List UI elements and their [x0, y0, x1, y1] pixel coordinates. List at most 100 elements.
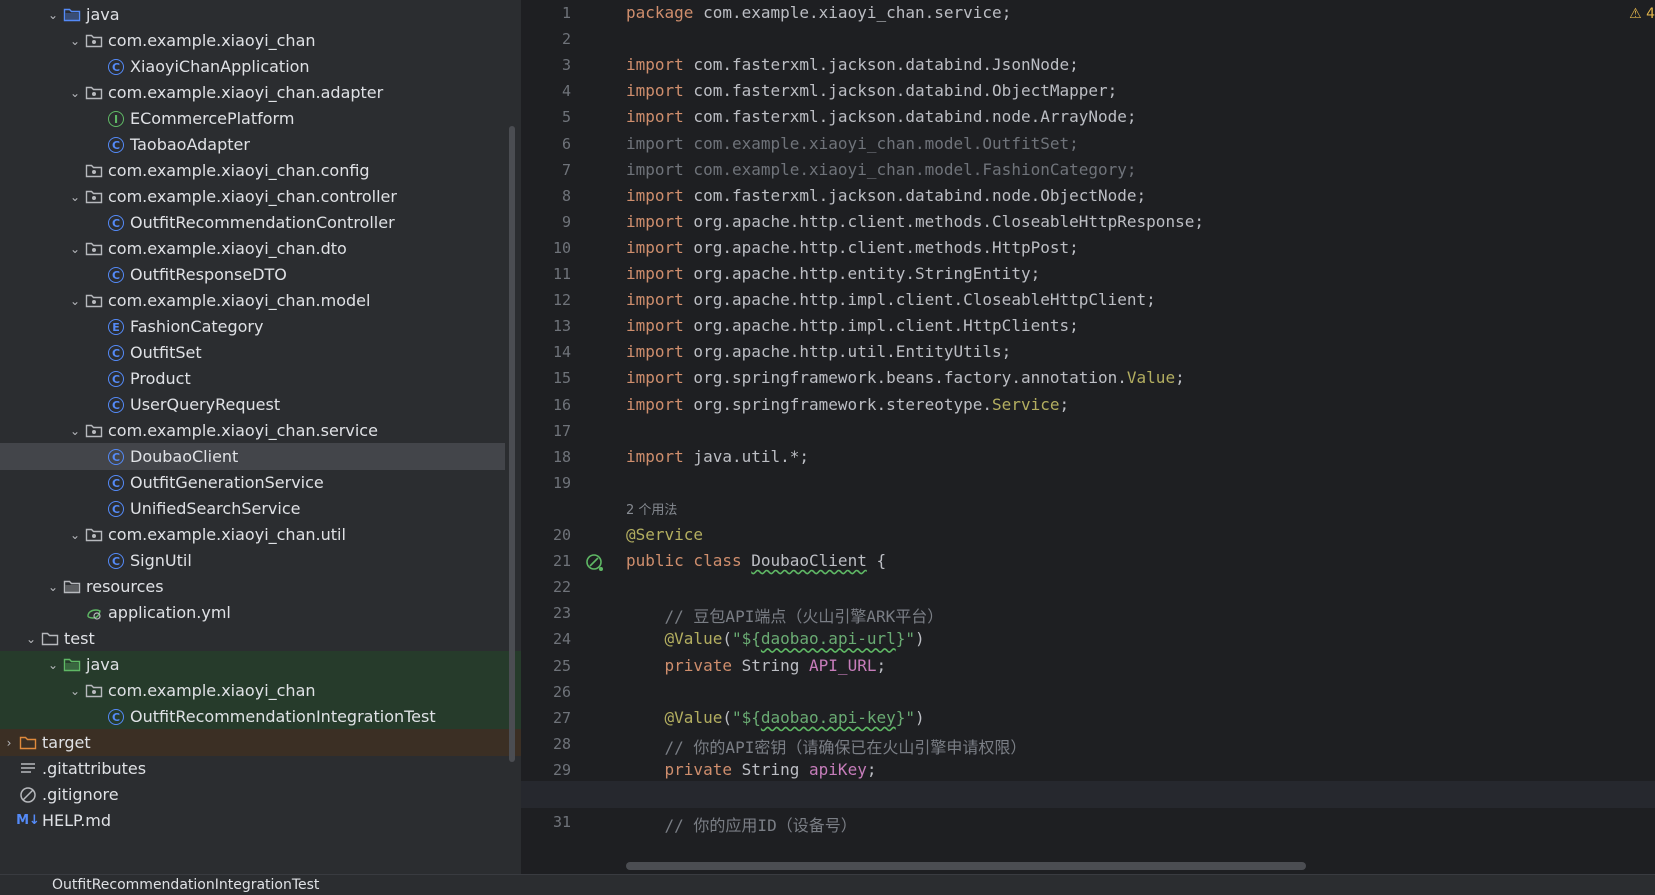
chevron-down-icon[interactable]: ⌄: [44, 8, 62, 22]
tree-item[interactable]: M↓ HELP.md: [0, 807, 505, 834]
code-line[interactable]: import com.example.xiaoyi_chan.model.Fas…: [626, 160, 1137, 179]
spring-bean-gutter-icon[interactable]: [585, 553, 605, 577]
code-token: DoubaoClient: [751, 551, 867, 571]
code-line[interactable]: @Value("${daobao.api-key}"): [626, 708, 925, 727]
tree-item[interactable]: C OutfitGenerationService: [0, 469, 505, 496]
code-line[interactable]: @Value("${daobao.api-url}"): [626, 629, 925, 648]
code-line[interactable]: import org.apache.http.impl.client.HttpC…: [626, 316, 1079, 335]
chevron-down-icon[interactable]: ⌄: [66, 528, 84, 542]
code-line[interactable]: import org.springframework.beans.factory…: [626, 368, 1185, 387]
code-token: import: [626, 368, 684, 388]
tree-item[interactable]: C OutfitRecommendationController: [0, 209, 505, 236]
code-line[interactable]: // 你的应用ID（设备号）: [626, 812, 857, 836]
code-line[interactable]: import com.fasterxml.jackson.databind.no…: [626, 107, 1137, 126]
code-line[interactable]: import org.apache.http.client.methods.Cl…: [626, 212, 1204, 231]
tree-item[interactable]: ⌄ com.example.xiaoyi_chan.model: [0, 287, 505, 314]
class-badge: C: [108, 708, 124, 725]
tree-item[interactable]: ⌄ com.example.xiaoyi_chan.adapter: [0, 79, 505, 106]
tree-item[interactable]: com.example.xiaoyi_chan.config: [0, 157, 505, 184]
code-line[interactable]: private String apiKey;: [626, 760, 877, 779]
chevron-down-icon[interactable]: ⌄: [22, 632, 40, 646]
editor-horizontal-scrollbar[interactable]: [626, 862, 1306, 870]
usage-hint[interactable]: 2 个用法: [626, 503, 677, 518]
tree-item[interactable]: ⌄ com.example.xiaoyi_chan.controller: [0, 183, 505, 210]
tree-item[interactable]: C UserQueryRequest: [0, 391, 505, 418]
line-number: 6: [561, 134, 571, 153]
code-token: }": [895, 707, 915, 727]
code-token: org.apache.http.impl.client.HttpClients;: [683, 316, 1079, 336]
tree-item[interactable]: application.yml: [0, 599, 505, 626]
tree-item[interactable]: ⌄ com.example.xiaoyi_chan.dto: [0, 235, 505, 262]
chevron-down-icon[interactable]: ⌄: [66, 684, 84, 698]
package-icon: [84, 239, 104, 259]
chevron-down-icon[interactable]: ⌄: [66, 86, 84, 100]
tree-item[interactable]: ⌄ com.example.xiaoyi_chan: [0, 677, 521, 704]
project-tree-scrollbar[interactable]: [509, 126, 515, 762]
line-number: 2: [561, 30, 571, 49]
code-line[interactable]: import com.fasterxml.jackson.databind.Js…: [626, 55, 1079, 74]
code-line[interactable]: import org.springframework.stereotype.Se…: [626, 395, 1069, 414]
code-editor[interactable]: ⚠ 4 1 2 3 4 5 6 7 8 9 10 11 12 13 14 15 16 17 18 19 20 21 22 2…: [521, 0, 1655, 874]
tree-item[interactable]: .gitattributes: [0, 755, 505, 782]
tree-item[interactable]: C DoubaoClient: [0, 443, 505, 470]
tree-item[interactable]: ⌄ resources: [0, 573, 505, 600]
tree-item[interactable]: C XiaoyiChanApplication: [0, 53, 505, 80]
warning-indicator[interactable]: ⚠ 4: [1629, 6, 1655, 22]
line-number: 24: [552, 630, 571, 649]
tree-item[interactable]: ⌄ java: [0, 651, 521, 678]
code-line[interactable]: private String API_URL;: [626, 655, 887, 675]
code-token: @Service: [626, 525, 704, 544]
code-line[interactable]: // 你的API密钥（请确保已在火山引擎申请权限）: [626, 734, 1027, 758]
tree-item[interactable]: ⌄ test: [0, 625, 505, 652]
tree-item[interactable]: C Product: [0, 365, 505, 392]
tree-item[interactable]: C OutfitSet: [0, 339, 505, 366]
chevron-down-icon[interactable]: ⌄: [66, 190, 84, 204]
chevron-right-icon[interactable]: ›: [0, 736, 18, 750]
chevron-down-icon[interactable]: ⌄: [66, 424, 84, 438]
tree-item[interactable]: ⌄ com.example.xiaoyi_chan.util: [0, 521, 505, 548]
tree-item[interactable]: C UnifiedSearchService: [0, 495, 505, 522]
code-line[interactable]: import com.example.xiaoyi_chan.model.Out…: [626, 134, 1079, 153]
tree-item[interactable]: C TaobaoAdapter: [0, 131, 505, 158]
tree-item[interactable]: C OutfitRecommendationIntegrationTest: [0, 703, 521, 730]
tree-item[interactable]: ⌄ com.example.xiaoyi_chan.service: [0, 417, 505, 444]
line-number: 23: [552, 604, 571, 623]
tree-item[interactable]: .gitignore: [0, 781, 505, 808]
folder-icon: [40, 629, 60, 649]
code-token: API_URL: [809, 655, 877, 675]
tree-item[interactable]: E FashionCategory: [0, 313, 505, 340]
class-icon: C: [106, 499, 126, 519]
code-line[interactable]: import java.util.*;: [626, 447, 809, 466]
code-line[interactable]: import org.apache.http.util.EntityUtils;: [626, 342, 1011, 361]
code-token: ;: [1059, 394, 1070, 414]
tree-item[interactable]: C OutfitResponseDTO: [0, 261, 505, 288]
tree-item[interactable]: I ECommercePlatform: [0, 105, 505, 132]
tree-item-label: OutfitRecommendationIntegrationTest: [130, 707, 436, 726]
tree-item[interactable]: ⌄ java: [0, 1, 505, 28]
code-line[interactable]: 2 个用法: [626, 499, 677, 518]
code-token: // 你的应用ID（设备号）: [626, 816, 857, 836]
code-token: daobao.api-url: [760, 629, 896, 649]
code-line[interactable]: public class DoubaoClient {: [626, 551, 886, 570]
chevron-down-icon[interactable]: ⌄: [66, 34, 84, 48]
line-number: 25: [552, 656, 571, 675]
code-line[interactable]: @Service: [626, 525, 703, 544]
tree-item[interactable]: › target: [0, 729, 521, 756]
code-line[interactable]: package com.example.xiaoyi_chan.service;: [626, 3, 1011, 22]
code-line[interactable]: import org.apache.http.impl.client.Close…: [626, 290, 1156, 309]
tree-item[interactable]: C SignUtil: [0, 547, 505, 574]
chevron-down-icon[interactable]: ⌄: [44, 658, 62, 672]
code-line[interactable]: import org.apache.http.client.methods.Ht…: [626, 238, 1079, 257]
chevron-down-icon[interactable]: ⌄: [66, 294, 84, 308]
code-line[interactable]: // 豆包API端点（火山引擎ARK平台）: [626, 603, 944, 627]
code-token: "${: [731, 629, 761, 649]
tree-item[interactable]: ⌄ com.example.xiaoyi_chan: [0, 27, 505, 54]
tree-item-label: com.example.xiaoyi_chan.adapter: [108, 83, 384, 102]
code-line[interactable]: import com.fasterxml.jackson.databind.no…: [626, 186, 1146, 205]
chevron-down-icon[interactable]: ⌄: [44, 580, 62, 594]
project-tree[interactable]: ⌄ java ⌄ com.example.xiaoyi_chan C XiaoyiChan…: [0, 0, 521, 874]
chevron-down-icon[interactable]: ⌄: [66, 242, 84, 256]
code-line[interactable]: import org.apache.http.entity.StringEnti…: [626, 264, 1040, 283]
bottom-tab-label[interactable]: OutfitRecommendationIntegrationTest: [52, 877, 319, 893]
code-line[interactable]: import com.fasterxml.jackson.databind.Ob…: [626, 81, 1117, 100]
